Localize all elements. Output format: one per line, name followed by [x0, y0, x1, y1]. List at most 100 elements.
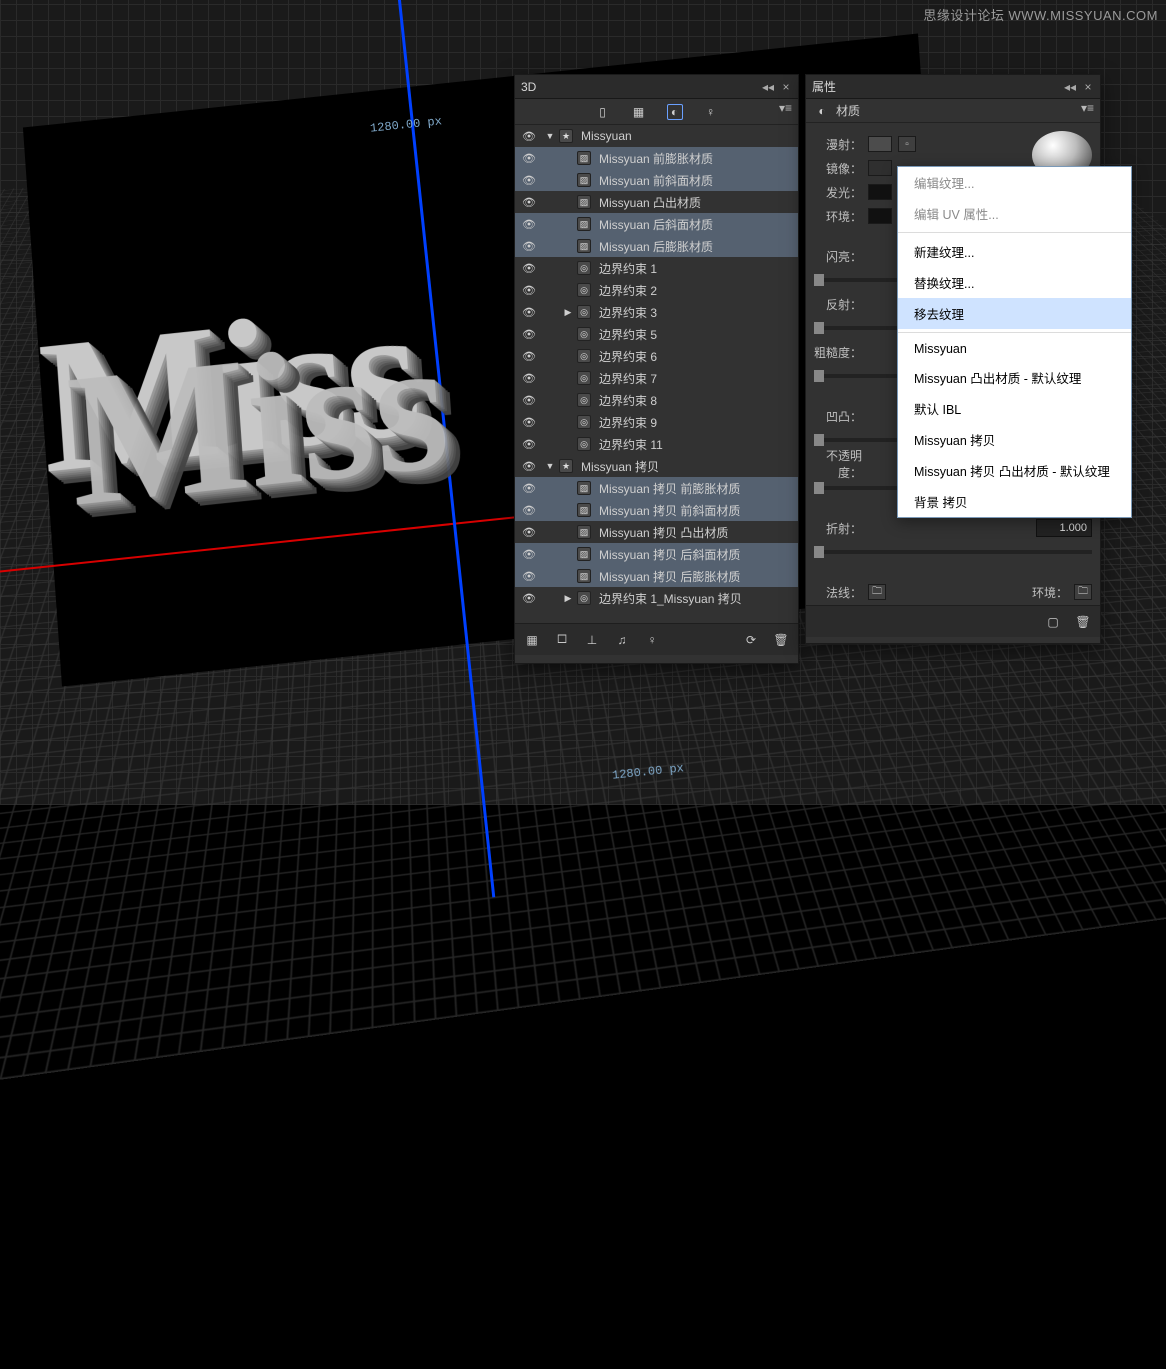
- visibility-toggle-icon[interactable]: 👁: [521, 174, 537, 187]
- constraint-icon: ◎: [577, 327, 591, 341]
- material-row[interactable]: 👁▨Missyuan 拷贝 凸出材质: [515, 521, 798, 543]
- constraint-icon: ◎: [577, 415, 591, 429]
- context-menu-item[interactable]: 新建纹理...: [898, 236, 1131, 267]
- visibility-toggle-icon[interactable]: 👁: [521, 416, 537, 429]
- refract-slider[interactable]: [814, 550, 1092, 554]
- expand-caret-icon[interactable]: ▶: [563, 307, 573, 318]
- expand-caret-icon[interactable]: ▶: [563, 593, 573, 604]
- visibility-toggle-icon[interactable]: 👁: [521, 460, 537, 473]
- material-icon: ▨: [577, 151, 591, 165]
- 3d-scene-tree[interactable]: 👁▼★Missyuan👁▨Missyuan 前膨胀材质👁▨Missyuan 前斜…: [515, 125, 798, 623]
- visibility-toggle-icon[interactable]: 👁: [521, 394, 537, 407]
- material-row[interactable]: 👁▨Missyuan 前斜面材质: [515, 169, 798, 191]
- filter-scene-icon[interactable]: ▯: [595, 104, 611, 120]
- material-row[interactable]: 👁▨Missyuan 凸出材质: [515, 191, 798, 213]
- context-menu-item[interactable]: 背景 拷贝: [898, 486, 1131, 517]
- visibility-toggle-icon[interactable]: 👁: [521, 482, 537, 495]
- constraint-row[interactable]: 👁▶◎边界约束 1_Missyuan 拷贝: [515, 587, 798, 609]
- trash-icon[interactable]: 🗑: [1074, 613, 1092, 631]
- render-icon[interactable]: ⟳: [742, 631, 760, 649]
- expand-caret-icon[interactable]: ▼: [545, 461, 555, 471]
- constraint-row[interactable]: 👁◎边界约束 7: [515, 367, 798, 389]
- panel-menu-icon[interactable]: ▾≡: [775, 100, 796, 116]
- emission-swatch[interactable]: [868, 184, 892, 200]
- visibility-toggle-icon[interactable]: 👁: [521, 130, 537, 143]
- panel-3d-titlebar[interactable]: 3D ◂◂ ×: [515, 75, 798, 99]
- visibility-toggle-icon[interactable]: 👁: [521, 350, 537, 363]
- filter-material-icon[interactable]: ◐: [667, 104, 683, 120]
- visibility-toggle-icon[interactable]: 👁: [521, 328, 537, 341]
- visibility-toggle-icon[interactable]: 👁: [521, 262, 537, 275]
- panel-prop-titlebar[interactable]: 属性 ◂◂ ×: [806, 75, 1100, 99]
- material-row[interactable]: 👁▨Missyuan 后膨胀材质: [515, 235, 798, 257]
- diffuse-swatch[interactable]: [868, 136, 892, 152]
- visibility-toggle-icon[interactable]: 👁: [521, 152, 537, 165]
- visibility-toggle-icon[interactable]: 👁: [521, 438, 537, 451]
- material-row[interactable]: 👁▨Missyuan 拷贝 后斜面材质: [515, 543, 798, 565]
- context-menu-item[interactable]: Missyuan: [898, 336, 1131, 362]
- panel-menu-icon[interactable]: ▾≡: [1077, 100, 1098, 116]
- item-label: Missyuan 后斜面材质: [599, 216, 713, 233]
- footer-btn-2[interactable]: 🞏: [553, 631, 571, 649]
- mesh-group-row[interactable]: 👁▼★Missyuan: [515, 125, 798, 147]
- constraint-row[interactable]: 👁◎边界约束 8: [515, 389, 798, 411]
- material-row[interactable]: 👁▨Missyuan 后斜面材质: [515, 213, 798, 235]
- material-row[interactable]: 👁▨Missyuan 拷贝 后膨胀材质: [515, 565, 798, 587]
- context-menu-item[interactable]: 编辑纹理...: [898, 167, 1131, 198]
- context-menu-item[interactable]: 编辑 UV 属性...: [898, 198, 1131, 229]
- normal-folder-button[interactable]: 🗀: [868, 584, 886, 600]
- constraint-row[interactable]: 👁▶◎边界约束 3: [515, 301, 798, 323]
- constraint-row[interactable]: 👁◎边界约束 9: [515, 411, 798, 433]
- context-menu-item[interactable]: 默认 IBL: [898, 393, 1131, 424]
- visibility-toggle-icon[interactable]: 👁: [521, 240, 537, 253]
- visibility-toggle-icon[interactable]: 👁: [521, 592, 537, 605]
- ambient-swatch[interactable]: [868, 208, 892, 224]
- visibility-toggle-icon[interactable]: 👁: [521, 284, 537, 297]
- expand-caret-icon[interactable]: ▼: [545, 131, 555, 141]
- trash-icon[interactable]: 🗑: [772, 631, 790, 649]
- footer-btn-4[interactable]: ♫: [613, 631, 631, 649]
- context-menu-item[interactable]: Missyuan 凸出材质 - 默认纹理: [898, 362, 1131, 393]
- context-menu-item[interactable]: Missyuan 拷贝 凸出材质 - 默认纹理: [898, 455, 1131, 486]
- material-icon: ◐: [814, 103, 830, 119]
- refract-label: 折射：: [814, 520, 862, 537]
- context-menu-item[interactable]: Missyuan 拷贝: [898, 424, 1131, 455]
- panel-close-icon[interactable]: ×: [1082, 81, 1094, 93]
- panel-collapse-icon[interactable]: ◂◂: [1064, 81, 1076, 93]
- panel-close-icon[interactable]: ×: [780, 81, 792, 93]
- panel-collapse-icon[interactable]: ◂◂: [762, 81, 774, 93]
- material-row[interactable]: 👁▨Missyuan 拷贝 前膨胀材质: [515, 477, 798, 499]
- filter-mesh-icon[interactable]: ▦: [631, 104, 647, 120]
- constraint-row[interactable]: 👁◎边界约束 5: [515, 323, 798, 345]
- material-icon: ▨: [577, 569, 591, 583]
- visibility-toggle-icon[interactable]: 👁: [521, 548, 537, 561]
- mesh-icon: ★: [559, 459, 573, 473]
- context-menu-item[interactable]: 替换纹理...: [898, 267, 1131, 298]
- footer-btn-3[interactable]: ⊥: [583, 631, 601, 649]
- visibility-toggle-icon[interactable]: 👁: [521, 526, 537, 539]
- visibility-toggle-icon[interactable]: 👁: [521, 306, 537, 319]
- visibility-toggle-icon[interactable]: 👁: [521, 372, 537, 385]
- constraint-row[interactable]: 👁◎边界约束 6: [515, 345, 798, 367]
- context-menu-item[interactable]: 移去纹理: [898, 298, 1131, 329]
- constraint-row[interactable]: 👁◎边界约束 2: [515, 279, 798, 301]
- refract-value[interactable]: 1.000: [1036, 519, 1092, 537]
- footer-btn-5[interactable]: ♀: [643, 631, 661, 649]
- visibility-toggle-icon[interactable]: 👁: [521, 196, 537, 209]
- visibility-toggle-icon[interactable]: 👁: [521, 218, 537, 231]
- visibility-toggle-icon[interactable]: 👁: [521, 570, 537, 583]
- material-icon: ▨: [577, 547, 591, 561]
- specular-swatch[interactable]: [868, 160, 892, 176]
- mesh-group-row[interactable]: 👁▼★Missyuan 拷贝: [515, 455, 798, 477]
- constraint-row[interactable]: 👁◎边界约束 1: [515, 257, 798, 279]
- env-folder-button[interactable]: 🗀: [1074, 584, 1092, 600]
- diffuse-texture-button[interactable]: ▫: [898, 136, 916, 152]
- 3d-text-object[interactable]: Miss: [33, 260, 426, 517]
- material-row[interactable]: 👁▨Missyuan 拷贝 前斜面材质: [515, 499, 798, 521]
- visibility-toggle-icon[interactable]: 👁: [521, 504, 537, 517]
- footer-btn-1[interactable]: ▦: [523, 631, 541, 649]
- footer-new-icon[interactable]: ▢: [1044, 613, 1062, 631]
- constraint-row[interactable]: 👁◎边界约束 11: [515, 433, 798, 455]
- material-row[interactable]: 👁▨Missyuan 前膨胀材质: [515, 147, 798, 169]
- filter-light-icon[interactable]: ♀: [703, 104, 719, 120]
